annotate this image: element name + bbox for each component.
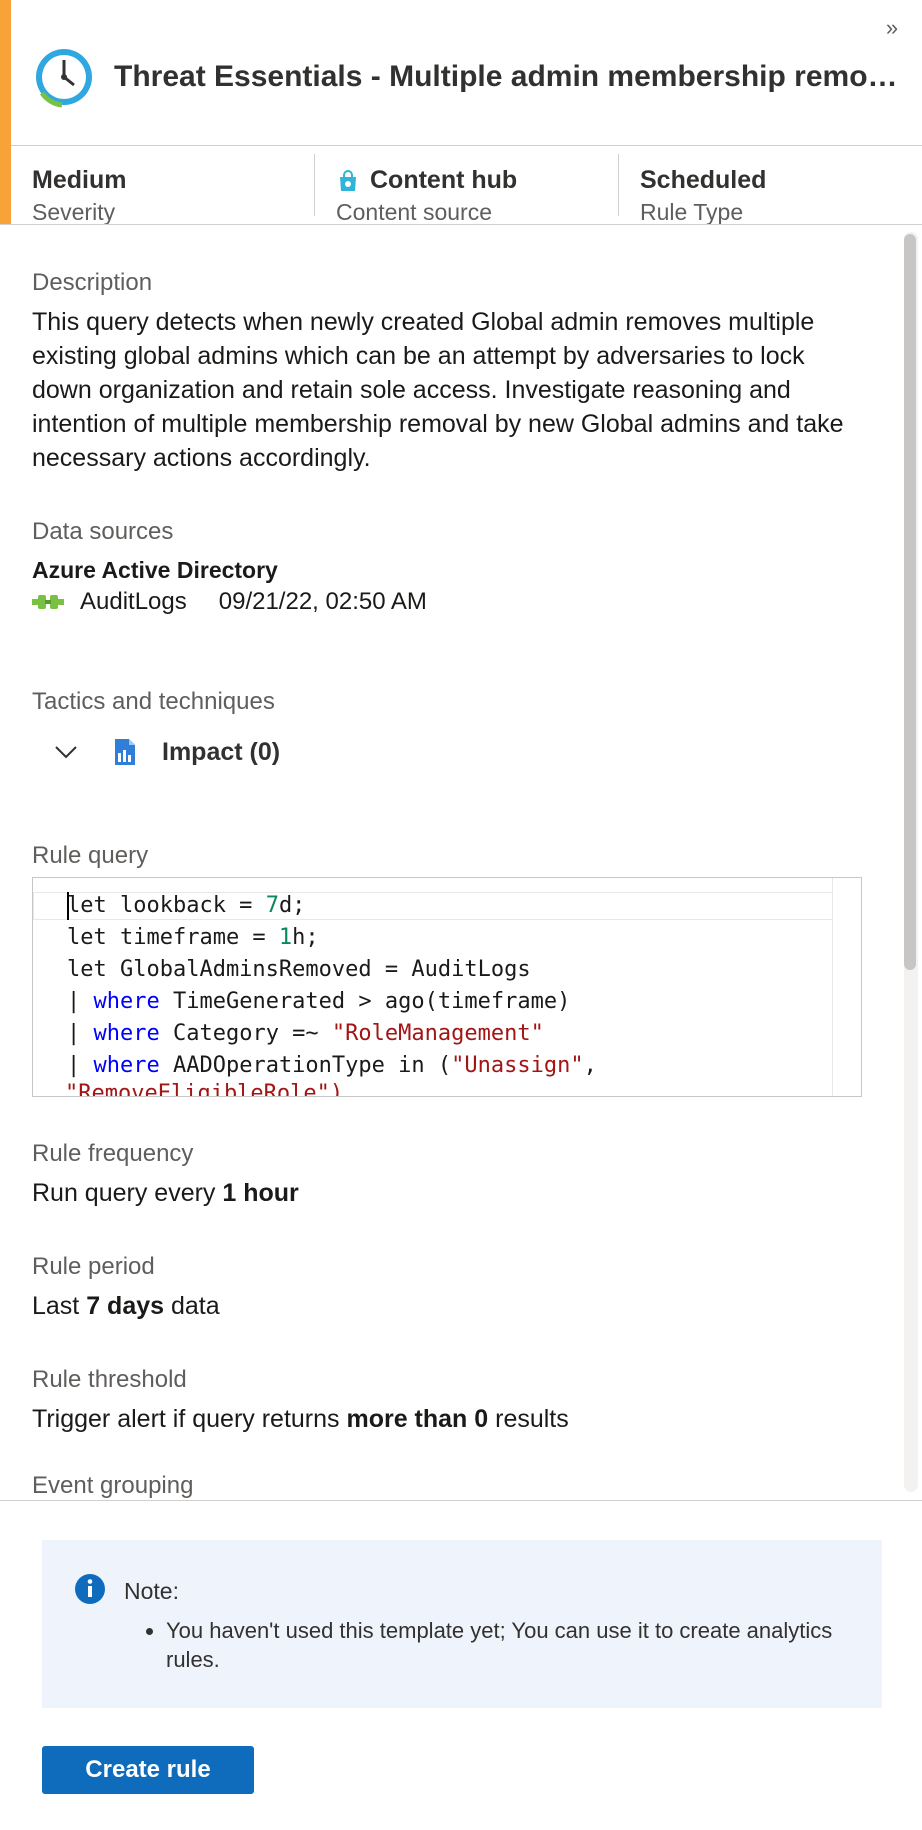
rule-threshold-value: more than 0 (346, 1405, 489, 1433)
content-source-value: Content hub (370, 166, 518, 194)
data-source-timestamp: 09/21/22, 02:50 AM (218, 588, 427, 615)
description-text: This query detects when newly created Gl… (32, 308, 844, 472)
severity-value: Medium (32, 166, 127, 194)
text-cursor (67, 892, 69, 920)
code-line: let timeframe = 1h; (67, 925, 319, 950)
note-message-bar: Note: You haven't used this template yet… (42, 1540, 882, 1708)
data-source-row: AuditLogs 09/21/22, 02:50 AM (32, 588, 427, 616)
data-sources-label: Data sources (32, 518, 174, 545)
note-item: You haven't used this template yet; You … (166, 1616, 886, 1674)
data-source-table: AuditLogs (80, 588, 187, 615)
shopping-bag-icon (340, 169, 356, 191)
event-grouping-label: Event grouping (32, 1472, 194, 1499)
rule-template-details-panel: » Threat Essentials - Multiple admin mem… (0, 0, 922, 1830)
rule-threshold-prefix: Trigger alert if query returns (32, 1405, 347, 1433)
rule-type-label: Rule Type (640, 199, 744, 225)
rule-threshold-label: Rule threshold (32, 1366, 187, 1393)
divider (0, 1500, 922, 1501)
chevron-down-icon[interactable] (52, 738, 80, 766)
rule-period-suffix: data (164, 1292, 220, 1320)
collapse-panel-icon[interactable]: » (880, 16, 904, 40)
rule-frequency-prefix: Run query every (32, 1179, 223, 1207)
note-title: Note: (124, 1578, 179, 1604)
tactic-impact-row[interactable]: Impact (0) (52, 737, 280, 767)
scheduled-clock-icon (36, 49, 92, 108)
code-line: | where Category =~ "RoleManagement" (67, 1021, 544, 1046)
rule-period-value: 7 days (86, 1292, 165, 1320)
rule-type-value: Scheduled (640, 166, 767, 194)
severity-label: Severity (32, 199, 116, 225)
content-source-cell: Content hub Content source (315, 154, 619, 225)
panel-header: Threat Essentials - Multiple admin membe… (32, 42, 914, 112)
editor-ruler (832, 878, 833, 1096)
page-title: Threat Essentials - Multiple admin membe… (114, 60, 914, 93)
connector-plug-icon (32, 595, 64, 609)
code-line: let GlobalAdminsRemoved = AuditLogs (67, 957, 531, 982)
tactics-label: Tactics and techniques (32, 688, 275, 715)
query-code: let lookback = 7d; let timeframe = 1h; l… (67, 890, 597, 1082)
note-list: You haven't used this template yet; You … (124, 1616, 886, 1674)
rule-threshold-suffix: results (488, 1405, 569, 1433)
code-line: | where TimeGenerated > ago(timeframe) (67, 989, 571, 1014)
scrollbar-thumb[interactable] (904, 234, 916, 970)
details-scroll-area[interactable]: Description This query detects when newl… (0, 225, 922, 1500)
rule-type-cell: Scheduled Rule Type (619, 154, 922, 225)
rule-query-label: Rule query (32, 842, 149, 869)
rule-period-label: Rule period (32, 1253, 155, 1280)
content-source-label: Content source (336, 199, 492, 225)
rule-period-prefix: Last (32, 1292, 87, 1320)
rule-query-editor[interactable]: let lookback = 7d; let timeframe = 1h; l… (32, 877, 862, 1097)
rule-period-text: Last 7 days data (32, 1289, 220, 1323)
severity-accent-bar (0, 0, 11, 224)
info-icon (75, 1574, 105, 1604)
description-label: Description (32, 269, 153, 296)
rule-summary: Medium Severity Content hub Content sour… (11, 146, 922, 225)
rule-threshold-text: Trigger alert if query returns more than… (32, 1402, 569, 1436)
severity-cell: Medium Severity (11, 154, 315, 225)
code-line: | where AADOperationType in ("Unassign", (67, 1053, 597, 1078)
data-connector-name: Azure Active Directory (32, 557, 278, 583)
rule-frequency-text: Run query every 1 hour (32, 1176, 299, 1210)
rule-frequency-value: 1 hour (222, 1179, 299, 1207)
impact-tactic-icon (115, 739, 135, 765)
rule-frequency-label: Rule frequency (32, 1140, 194, 1167)
tactic-impact-label: Impact (0) (162, 737, 281, 766)
code-line-overflow: "RemoveEligibleRole") (65, 1081, 344, 1097)
create-rule-button[interactable]: Create rule (42, 1746, 254, 1794)
code-line: let lookback = 7d; (67, 893, 306, 918)
